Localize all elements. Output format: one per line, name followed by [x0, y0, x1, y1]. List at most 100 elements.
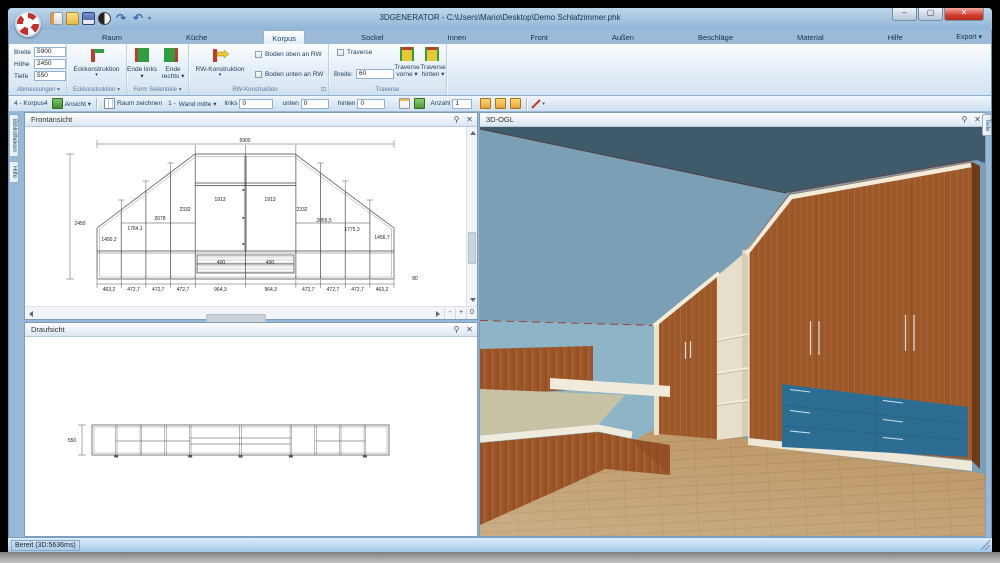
ogl-canvas[interactable]: [480, 127, 985, 536]
rw-konstruktion-button[interactable]: RW-Konstruktion▾: [189, 66, 251, 79]
tab-beschlaege[interactable]: Beschläge: [690, 30, 741, 44]
frontansicht-header: Frontansicht ⚲ ✕: [25, 113, 477, 127]
tab-hilfe-dock[interactable]: Hilfe: [10, 161, 19, 183]
frontansicht-canvas[interactable]: 5900 2450 80 1450,2 1764,1 2078 2332 191…: [25, 127, 466, 306]
svg-text:472,7: 472,7: [177, 287, 190, 293]
left-unit-side: [654, 323, 659, 435]
pin-icon[interactable]: ⚲: [452, 115, 461, 124]
korpus-selector[interactable]: 4 - Korpus4: [14, 100, 48, 107]
ogl-panel: 3D-OGL ⚲ ✕: [479, 112, 986, 537]
tab-front[interactable]: Front: [522, 30, 556, 44]
boden-unten-checkbox[interactable]: Boden unten an RW: [255, 71, 323, 78]
close-panel-icon[interactable]: ✕: [973, 115, 982, 124]
korpus-einfuegen-icon[interactable]: [495, 98, 506, 109]
3d-scene: [480, 127, 985, 536]
traverse-hinten-button[interactable]: Traverse hinten ▾: [417, 64, 449, 79]
svg-text:2450: 2450: [74, 221, 85, 227]
svg-text:1450,2: 1450,2: [101, 237, 117, 243]
hinten-label: hinten: [338, 100, 356, 107]
front-hscrollbar[interactable]: - + 0: [25, 306, 477, 319]
pin-icon[interactable]: ⚲: [960, 115, 969, 124]
group-label-form[interactable]: Form Seitenteile ▾: [127, 86, 188, 95]
group-label-traverse[interactable]: Traverse: [329, 86, 446, 95]
tab-korpus[interactable]: Korpus: [263, 30, 305, 44]
ende-links-button[interactable]: Ende links ▾: [127, 66, 157, 81]
hoehe-label: Höhe: [14, 61, 34, 68]
draufsicht-canvas[interactable]: 550: [25, 337, 477, 536]
korpus-loeschen-icon[interactable]: [510, 98, 521, 109]
minimize-button[interactable]: –: [892, 8, 917, 21]
unten-input[interactable]: 0: [301, 99, 329, 109]
front-vscrollbar[interactable]: [466, 127, 477, 306]
group-abmessungen: Breite 5900 Höhe 2450 Tiefe 550 Abmessun…: [11, 44, 67, 95]
boden-oben-checkbox[interactable]: Boden oben an RW: [255, 51, 322, 58]
stift-icon[interactable]: [530, 98, 542, 110]
hinten-input[interactable]: 0: [357, 99, 385, 109]
breite-input[interactable]: 5900: [34, 47, 66, 57]
zoom-in-button[interactable]: +: [455, 308, 466, 319]
hoehe-input[interactable]: 2450: [34, 59, 66, 69]
group-label-abmessungen[interactable]: Abmessungen ▾: [11, 86, 66, 95]
svg-text:1775,3: 1775,3: [344, 227, 360, 233]
svg-text:472,7: 472,7: [327, 287, 340, 293]
close-panel-icon[interactable]: ✕: [465, 115, 474, 124]
uebernehmen-icon[interactable]: [414, 98, 425, 109]
close-panel-icon[interactable]: ✕: [465, 325, 474, 334]
close-button[interactable]: ✕: [944, 8, 984, 21]
ribbon: Breite 5900 Höhe 2450 Tiefe 550 Abmessun…: [9, 44, 991, 96]
traverse-checkbox[interactable]: Traverse: [337, 49, 372, 56]
plan-drawing: 550: [25, 337, 477, 536]
wand-dropdown[interactable]: Wand mitte ▾: [179, 100, 217, 108]
tiefe-input[interactable]: 550: [34, 71, 66, 81]
korpus-kopieren-icon[interactable]: [480, 98, 491, 109]
zoom-reset-button[interactable]: 0: [466, 308, 477, 319]
ende-links-icon: [134, 47, 150, 63]
tab-kueche[interactable]: Küche: [178, 30, 215, 44]
group-label-eck[interactable]: Eckkonstruktion ▾: [67, 86, 126, 95]
maximize-button[interactable]: ▢: [918, 8, 943, 21]
frontansicht-panel: Frontansicht ⚲ ✕: [24, 112, 478, 320]
window-buttons: – ▢ ✕: [892, 8, 984, 21]
zoom-out-button[interactable]: -: [444, 308, 455, 319]
tab-innen[interactable]: Innen: [440, 30, 475, 44]
svg-text:463,2: 463,2: [376, 287, 389, 293]
group-label-rw[interactable]: RW-Konstruktion⊡: [189, 86, 328, 95]
export-button[interactable]: Export ▾: [956, 33, 982, 41]
resize-grip[interactable]: [980, 540, 990, 550]
raum-zeichnen-button[interactable]: Raum zeichnen: [117, 100, 162, 107]
svg-text:472,7: 472,7: [127, 287, 140, 293]
group-rw-konstruktion: RW-Konstruktion▾ Boden oben an RW Boden …: [189, 44, 329, 95]
ansicht-dropdown[interactable]: Ansicht ▾: [65, 100, 91, 108]
svg-text:964,3: 964,3: [214, 287, 227, 293]
app-menu-orb[interactable]: [15, 11, 41, 37]
svg-text:1764,1: 1764,1: [127, 226, 143, 232]
ogl-header: 3D-OGL ⚲ ✕: [480, 113, 985, 127]
anzahl-input[interactable]: 1: [452, 99, 472, 109]
draufsicht-panel: Draufsicht ⚲ ✕: [24, 322, 478, 537]
liste-icon[interactable]: [399, 98, 410, 109]
links-input[interactable]: 0: [239, 99, 273, 109]
tab-hilfe[interactable]: Hilfe: [880, 30, 911, 44]
group-form-seitenteile: Ende links ▾ Ende rechts ▾ Form Seitente…: [127, 44, 189, 95]
screen: ↷ ↶ ▾ 3DGENERATOR - C:\Users\Mario\Deskt…: [0, 0, 1000, 563]
pin-icon[interactable]: ⚲: [452, 325, 461, 334]
toolbar: 4 - Korpus4 Ansicht ▾ Raum zeichnen 1 - …: [9, 96, 991, 112]
svg-text:400: 400: [266, 260, 275, 266]
traverse-breite-input[interactable]: 60: [356, 69, 394, 79]
svg-text:1913: 1913: [214, 197, 225, 203]
tab-material[interactable]: Material: [789, 30, 832, 44]
window-title: 3DGENERATOR - C:\Users\Mario\Desktop\Dem…: [8, 13, 992, 22]
svg-text:472,7: 472,7: [302, 287, 315, 293]
svg-text:2332: 2332: [296, 207, 307, 213]
ende-rechts-button[interactable]: Ende rechts ▾: [158, 66, 188, 81]
traverse-breite-label: Breite:: [334, 71, 356, 78]
tab-aussen[interactable]: Außen: [604, 30, 642, 44]
tab-raum[interactable]: Raum: [94, 30, 130, 44]
right-dock-tab[interactable]: Teile: [982, 114, 991, 136]
draufsicht-header: Draufsicht ⚲ ✕: [25, 323, 477, 337]
app-window: ↷ ↶ ▾ 3DGENERATOR - C:\Users\Mario\Deskt…: [8, 8, 992, 552]
left-dock-tabs: Bibliotheken Hilfe: [10, 114, 23, 187]
tab-sockel[interactable]: Sockel: [353, 30, 392, 44]
tab-bibliotheken[interactable]: Bibliotheken: [10, 114, 19, 157]
eckkonstruktion-button[interactable]: Eckkonstruktion▾: [67, 66, 126, 79]
